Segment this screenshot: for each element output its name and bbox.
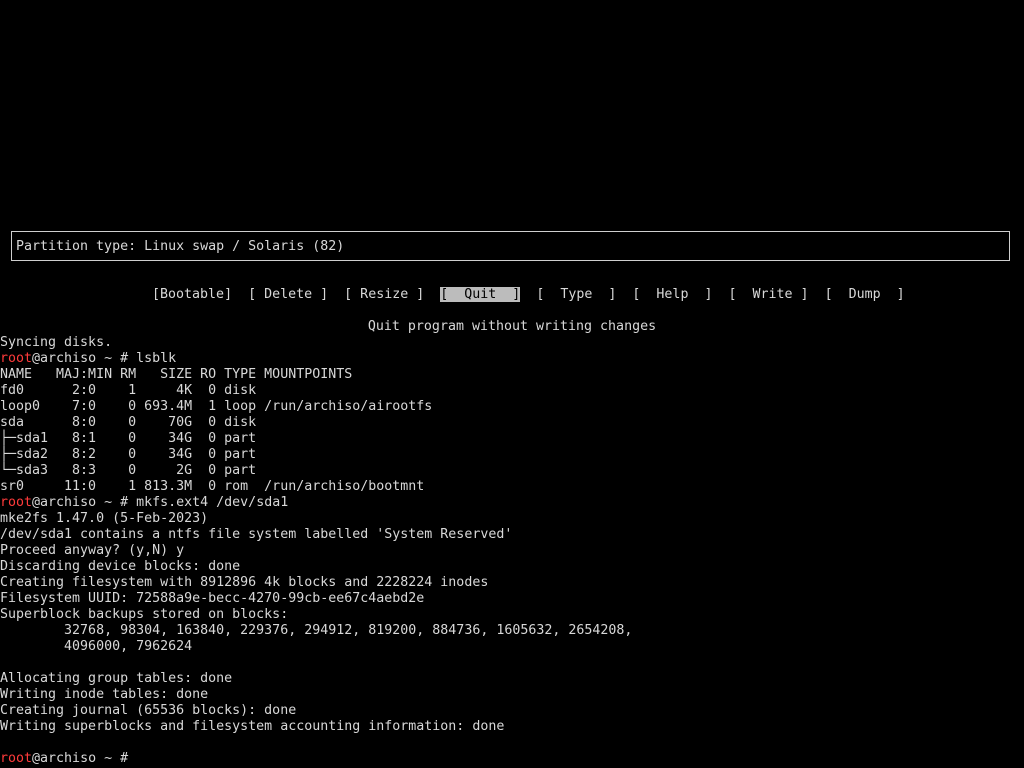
terminal-line: Writing inode tables: done [0, 687, 209, 702]
prompt-command: lsblk [136, 351, 177, 366]
terminal-line: sda 8:0 0 70G 0 disk [0, 415, 257, 430]
prompt-user: root [0, 495, 33, 510]
terminal-line: NAME MAJ:MIN RM SIZE RO TYPE MOUNTPOINTS [0, 367, 353, 382]
menu-dump-button[interactable]: [ Dump ] [825, 287, 905, 302]
terminal-line: Writing superblocks and filesystem accou… [0, 719, 505, 734]
prompt-host: @archiso ~ # [32, 351, 137, 366]
terminal-line: loop0 7:0 0 693.4M 1 loop /run/archiso/a… [0, 399, 433, 414]
terminal-input-line[interactable]: root@archiso ~ # [0, 751, 136, 767]
terminal-prompt-line: root@archiso ~ # mkfs.ext4 /dev/sda1 [0, 495, 288, 511]
terminal-line: Creating filesystem with 8912896 4k bloc… [0, 575, 489, 590]
terminal-line: Creating journal (65536 blocks): done [0, 703, 297, 718]
menu-help-button[interactable]: [ Help ] [632, 287, 712, 302]
prompt-user: root [0, 351, 33, 366]
terminal-line: fd0 2:0 1 4K 0 disk [0, 383, 257, 398]
menu-gap [328, 287, 344, 302]
terminal-line: 32768, 98304, 163840, 229376, 294912, 81… [0, 623, 633, 638]
terminal-line: ├─sda2 8:2 0 34G 0 part [0, 447, 257, 462]
cfdisk-menu-bar: [Bootable] [ Delete ] [ Resize ] [ Quit … [136, 271, 905, 302]
menu-type-button[interactable]: [ Type ] [536, 287, 616, 302]
menu-gap [616, 287, 632, 302]
terminal-line: Discarding device blocks: done [0, 559, 241, 574]
menu-gap [232, 287, 248, 302]
terminal-line: sr0 11:0 1 813.3M 0 rom /run/archiso/boo… [0, 479, 425, 494]
partition-info-box: Partition type: Linux swap / Solaris (82… [11, 231, 1010, 261]
terminal-line: Syncing disks. [0, 335, 113, 350]
terminal-line: └─sda3 8:3 0 2G 0 part [0, 463, 257, 478]
menu-gap [520, 287, 536, 302]
terminal-line: mke2fs 1.47.0 (5-Feb-2023) [0, 511, 209, 526]
terminal-line: 4096000, 7962624 [0, 639, 193, 654]
terminal-line: Allocating group tables: done [0, 671, 233, 686]
terminal-line: Filesystem UUID: 72588a9e-becc-4270-99cb… [0, 591, 425, 606]
menu-gap [712, 287, 728, 302]
menu-hint-text: Quit program without writing changes [367, 319, 657, 334]
terminal-line: /dev/sda1 contains a ntfs file system la… [0, 527, 513, 542]
partition-type-text: Partition type: Linux swap / Solaris (82… [16, 239, 345, 254]
prompt-host: @archiso ~ # [32, 751, 137, 766]
terminal-prompt-line: root@archiso ~ # lsblk [0, 351, 176, 367]
terminal-line: Superblock backups stored on blocks: [0, 607, 289, 622]
menu-bootable-button[interactable]: [Bootable] [152, 287, 232, 302]
terminal-line: ├─sda1 8:1 0 34G 0 part [0, 431, 257, 446]
terminal-line: Proceed anyway? (y,N) y [0, 543, 185, 558]
menu-gap [809, 287, 825, 302]
menu-resize-button[interactable]: [ Resize ] [344, 287, 424, 302]
menu-delete-button[interactable]: [ Delete ] [248, 287, 328, 302]
prompt-user: root [0, 751, 33, 766]
menu-write-button[interactable]: [ Write ] [728, 287, 808, 302]
prompt-command: mkfs.ext4 /dev/sda1 [136, 495, 289, 510]
menu-gap [424, 287, 440, 302]
prompt-host: @archiso ~ # [32, 495, 137, 510]
menu-quit-button[interactable]: [ Quit ] [440, 287, 521, 302]
